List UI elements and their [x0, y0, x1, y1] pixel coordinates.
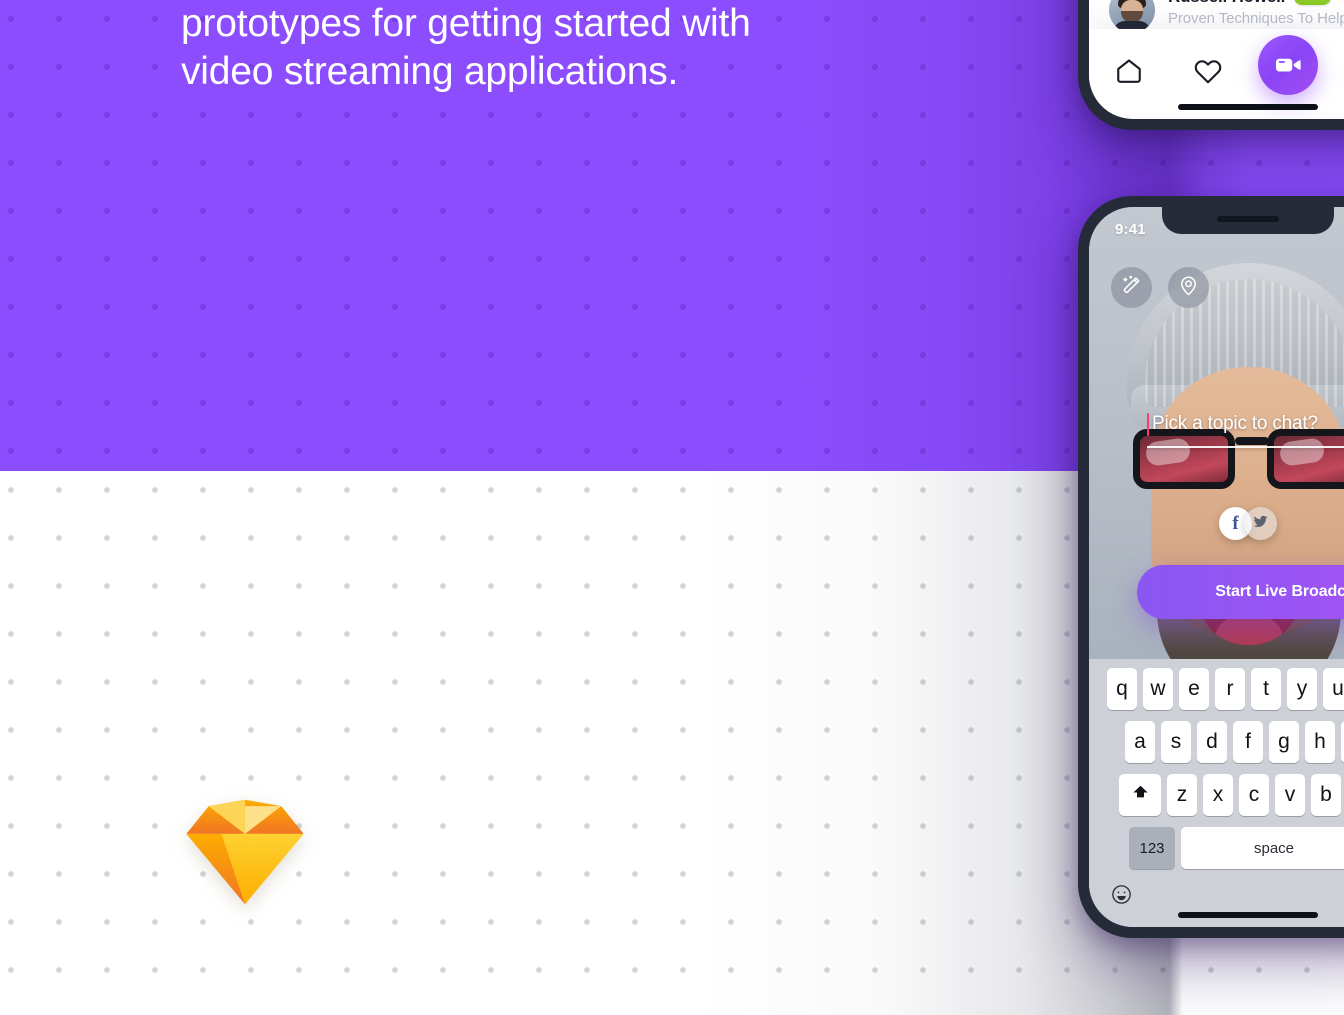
phone-screen-bottom: 9:41 Pick a topic to chat? f Start Live … [1089, 207, 1344, 927]
key-v[interactable]: v [1275, 774, 1305, 816]
chat-topic-placeholder: Pick a topic to chat? [1152, 413, 1318, 434]
broadcast-button-label: Start Live Broadcast [1215, 583, 1344, 600]
location-button[interactable] [1168, 267, 1209, 308]
home-indicator [1178, 912, 1318, 918]
video-camera-button[interactable] [1257, 35, 1318, 95]
phone-notch [1162, 207, 1334, 234]
tab-messages[interactable] [1328, 57, 1344, 85]
user-subtitle: Proven Techniques To Help You Here [1168, 10, 1344, 27]
key-h[interactable]: h [1305, 721, 1335, 763]
twitter-button[interactable] [1244, 507, 1277, 540]
key-e[interactable]: e [1179, 668, 1209, 710]
keyboard-row-2: asdfghj [1092, 721, 1344, 763]
tongue [1215, 617, 1283, 645]
user-text-block: Russell Howell ★ 16 Proven Techniques To… [1168, 0, 1344, 27]
magic-wand-icon [1120, 274, 1143, 302]
text-caret [1147, 412, 1149, 436]
shift-icon [1131, 783, 1150, 808]
tab-favorites[interactable] [1169, 56, 1249, 86]
chat-topic-input[interactable]: Pick a topic to chat? [1147, 409, 1344, 439]
user-name-line: Russell Howell ★ 16 [1168, 0, 1344, 7]
star-icon: ★ [1299, 0, 1308, 2]
hero-heading: Sketch and Figma ready prototypes for ge… [181, 0, 841, 96]
bottom-tab-bar [1089, 29, 1344, 113]
status-badge: ★ 16 [1294, 0, 1332, 5]
phone-mockup-top: Russell Howell ★ 16 Proven Techniques To… [1078, 0, 1344, 130]
hero-heading-line-3: video streaming applications. [181, 50, 679, 93]
key-y[interactable]: y [1287, 668, 1317, 710]
keyboard-row-3: zxcvbn [1092, 774, 1344, 816]
heart-icon [1193, 56, 1223, 86]
notch-speaker [1217, 216, 1279, 222]
key-w[interactable]: w [1143, 668, 1173, 710]
key-c[interactable]: c [1239, 774, 1269, 816]
emoji-icon [1110, 883, 1133, 911]
location-pin-icon [1177, 274, 1200, 302]
sketch-logo [181, 793, 309, 911]
twitter-icon [1252, 513, 1269, 535]
phone-screen-top: Russell Howell ★ 16 Proven Techniques To… [1089, 0, 1344, 119]
numbers-key[interactable]: 123 [1129, 827, 1175, 869]
chat-topic-input-wrapper[interactable]: Pick a topic to chat? [1147, 409, 1344, 448]
key-t[interactable]: t [1251, 668, 1281, 710]
key-s[interactable]: s [1161, 721, 1191, 763]
tab-home[interactable] [1089, 56, 1169, 86]
user-name: Russell Howell [1168, 0, 1285, 7]
hero-heading-line-2: prototypes for getting started with [181, 2, 751, 45]
status-bar-time: 9:41 [1115, 220, 1146, 238]
keyboard-row-4: 123 space [1092, 827, 1344, 869]
key-x[interactable]: x [1203, 774, 1233, 816]
home-indicator [1178, 104, 1318, 110]
on-screen-keyboard: qwertyui asdfghj zxcvbn 123 space [1089, 659, 1344, 927]
tab-go-live[interactable] [1248, 35, 1328, 95]
top-tool-buttons [1111, 267, 1209, 308]
facebook-icon: f [1232, 512, 1239, 534]
key-g[interactable]: g [1269, 721, 1299, 763]
screenshot-canvas: Sketch and Figma ready prototypes for ge… [0, 0, 1344, 1015]
input-underline [1147, 446, 1344, 448]
key-q[interactable]: q [1107, 668, 1137, 710]
video-camera-icon [1273, 50, 1303, 80]
key-b[interactable]: b [1311, 774, 1341, 816]
social-share-row: f [1219, 507, 1277, 540]
key-f[interactable]: f [1233, 721, 1263, 763]
badge-count: 16 [1311, 0, 1323, 3]
keyboard-bottom-row [1092, 880, 1344, 912]
filters-button[interactable] [1111, 267, 1152, 308]
key-r[interactable]: r [1215, 668, 1245, 710]
emoji-key[interactable] [1106, 882, 1136, 912]
key-u[interactable]: u [1323, 668, 1344, 710]
shift-key[interactable] [1119, 774, 1161, 816]
home-icon [1114, 56, 1144, 86]
phone-mockup-bottom: 9:41 Pick a topic to chat? f Start Live … [1078, 196, 1344, 938]
key-z[interactable]: z [1167, 774, 1197, 816]
space-key[interactable]: space [1181, 827, 1344, 869]
keyboard-row-1: qwertyui [1092, 668, 1344, 710]
start-live-broadcast-button[interactable]: Start Live Broadcast [1137, 565, 1344, 619]
key-d[interactable]: d [1197, 721, 1227, 763]
key-a[interactable]: a [1125, 721, 1155, 763]
